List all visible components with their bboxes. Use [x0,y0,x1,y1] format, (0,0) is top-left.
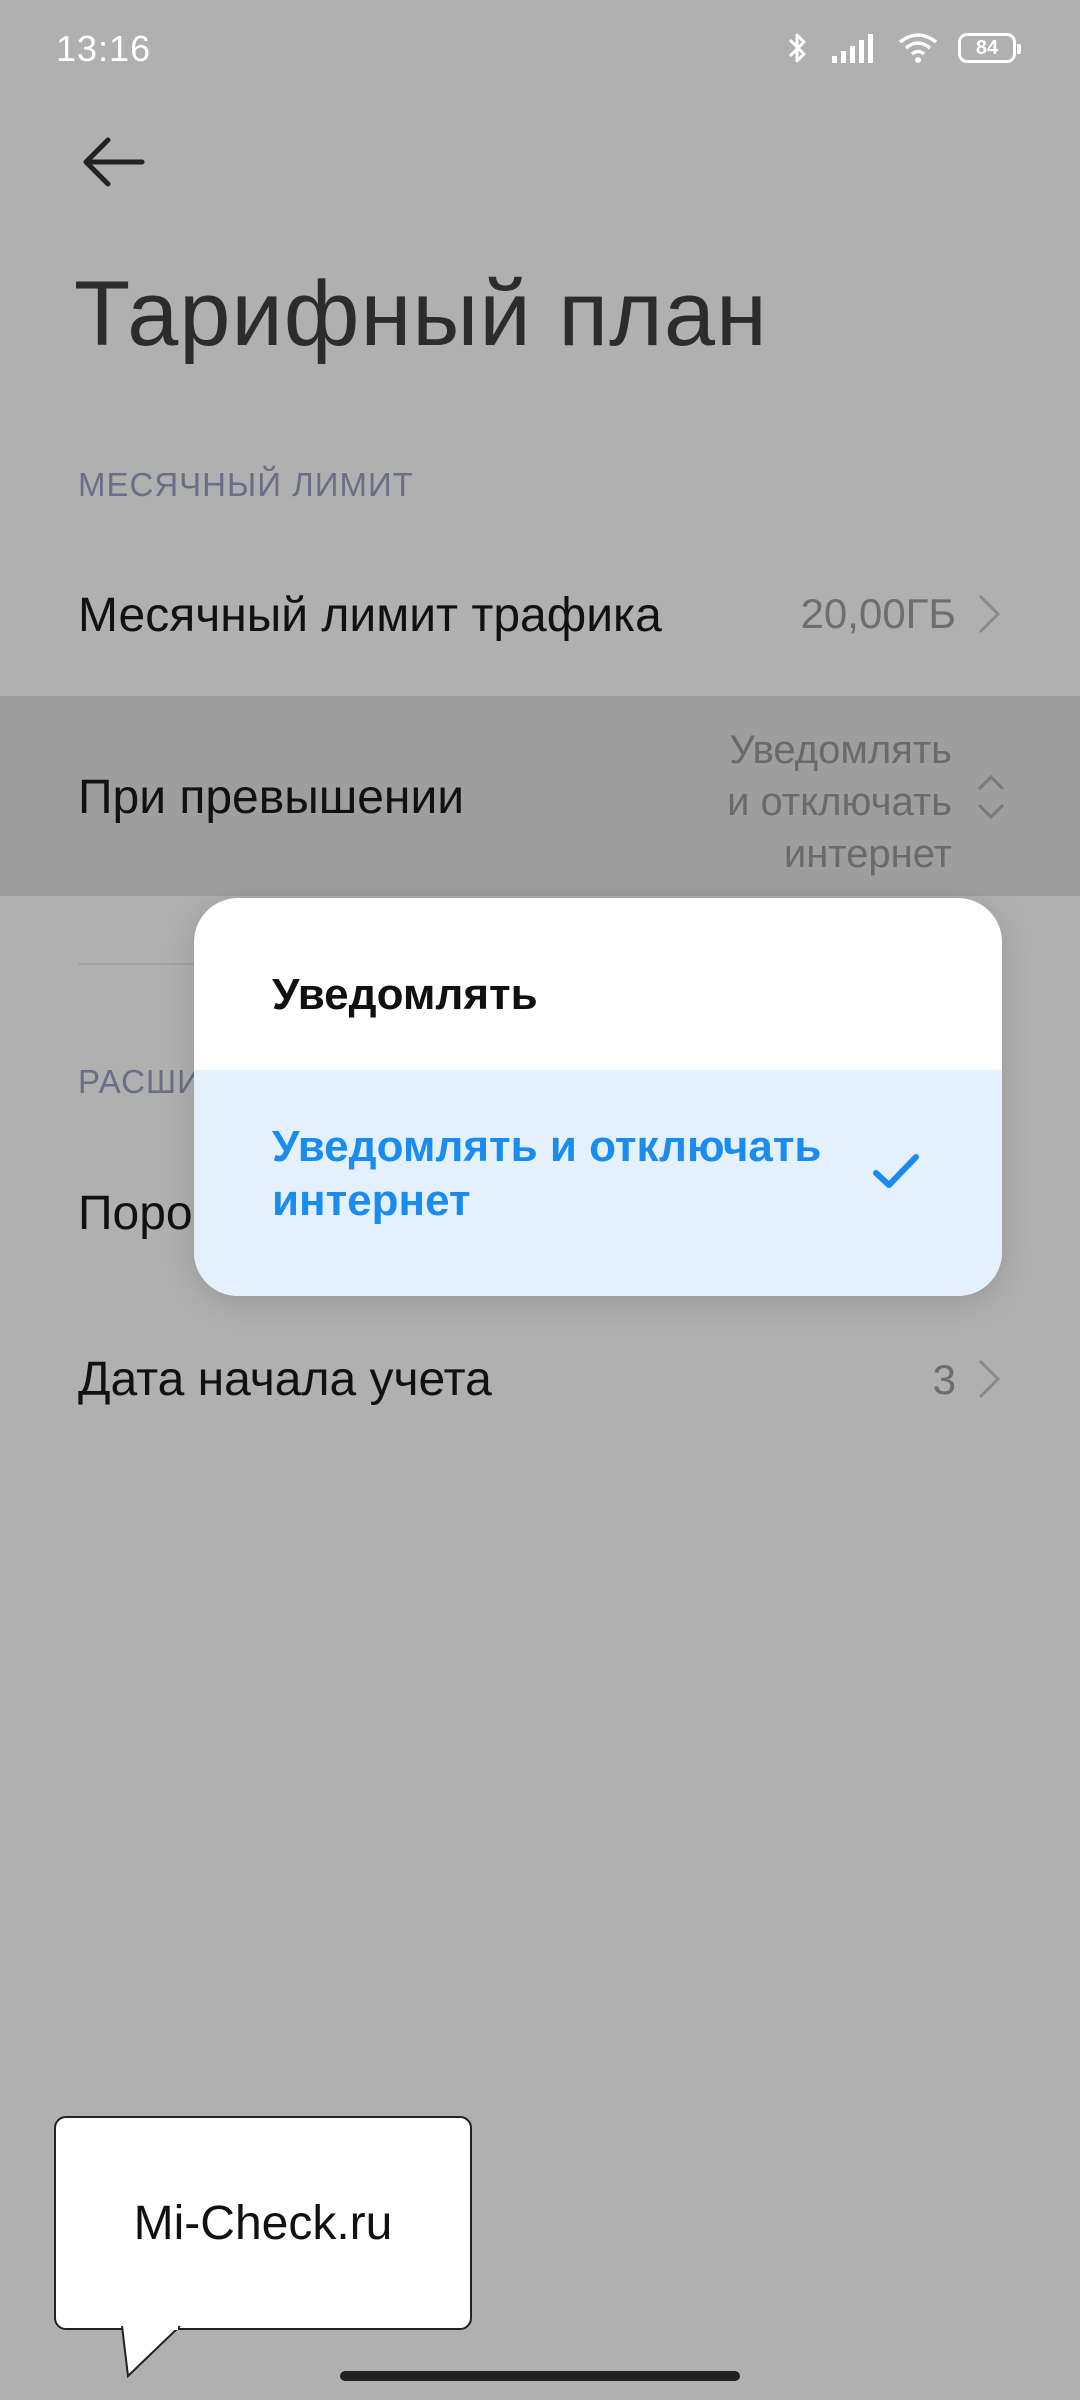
threshold-row-label[interactable]: Поро [78,1186,193,1241]
chevron-right-icon [978,1359,1001,1399]
monthly-limit-value: 20,00ГБ [800,590,956,637]
on-exceed-label: При превышении [78,771,465,824]
option-notify-and-disable[interactable]: Уведомлять и отключать интернет [194,1070,1002,1296]
options-popup: Уведомлять Уведомлять и отключать интерн… [194,898,1002,1296]
section-label-monthly-limit: МЕСЯЧНЫЙ ЛИМИТ [78,466,414,503]
home-indicator[interactable] [340,2371,740,2381]
check-icon [873,1154,919,1188]
chevron-right-icon [978,594,1001,634]
status-time: 13:16 [56,28,152,69]
monthly-limit-label: Месячный лимит трафика [78,589,662,642]
battery-level: 84 [975,36,999,59]
start-date-value: 3 [932,1356,956,1403]
watermark-bubble: Mi-Check.ru [54,2116,472,2330]
watermark-text: Mi-Check.ru [133,2196,393,2250]
on-exceed-value: Уведомлять и отключать интернет [727,724,952,880]
bubble-tail [121,2326,181,2379]
option-notify[interactable]: Уведомлять [194,898,1002,1070]
bluetooth-icon [788,33,806,63]
section-label-advanced: РАСШИ [78,1063,202,1100]
wifi-icon [898,33,938,63]
back-arrow-icon[interactable] [78,132,148,192]
start-date-label: Дата начала учета [78,1353,492,1406]
battery-icon: 84 [958,33,1021,63]
on-exceed-value-line: интернет [783,832,952,876]
status-icons: 84 [786,30,1021,66]
option-notify-label: Уведомлять [272,970,538,1019]
signal-icon [832,34,873,63]
page-title: Тарифный план [74,263,768,365]
chevron-up-down-icon [977,774,1005,820]
option-notify-and-disable-label: Уведомлять и отключать интернет [272,1122,822,1225]
on-exceed-value-line: и отключать [727,780,952,824]
on-exceed-value-line: Уведомлять [729,728,952,772]
